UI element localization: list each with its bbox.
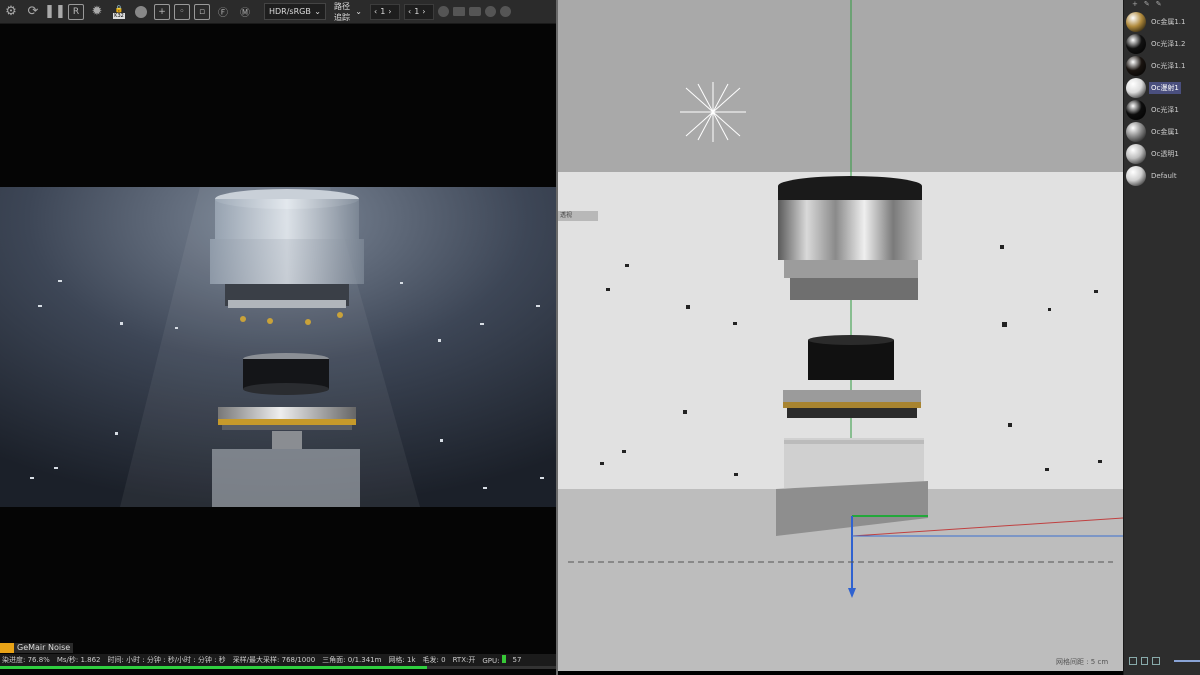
- material-preview-icon: [1126, 12, 1146, 32]
- light-object-icon[interactable]: [680, 82, 746, 142]
- camera-icon[interactable]: [469, 7, 481, 16]
- add-icon[interactable]: +: [1132, 0, 1138, 8]
- clay-sphere-icon[interactable]: [132, 3, 150, 21]
- color-space-value: HDR/sRGB: [269, 7, 311, 16]
- material-name: Oc透明1: [1151, 150, 1179, 158]
- kernel-mode-value: 路径追踪: [334, 1, 350, 22]
- gpu-status: GPU:: [482, 655, 506, 665]
- gpu-usage-bar: [501, 655, 506, 663]
- detail-view-icon[interactable]: [1152, 657, 1160, 665]
- render-progress-fill: [0, 666, 427, 669]
- viewport-camera-tag[interactable]: 透视: [558, 211, 598, 221]
- viewport-canvas[interactable]: [558, 0, 1123, 671]
- live-viewer: ⚙ ⟳ ❚❚ R ✹ 🔒 K32 + ◦ ▫ Ⓕ Ⓜ HDR/sRGB ⌄ 路径追踪…: [0, 0, 556, 675]
- record-icon[interactable]: [438, 6, 449, 17]
- focus-pick-icon[interactable]: ◦: [174, 3, 190, 20]
- grid-spacing-label: 网格间距 : 5 cm: [1056, 658, 1109, 666]
- refresh-icon[interactable]: ⟳: [24, 3, 42, 21]
- number-field-2[interactable]: ‹ 1 ›: [404, 3, 434, 20]
- render-time-text: 时间: 小时 : 分钟 : 秒/小时 : 分钟 : 秒: [107, 656, 226, 664]
- lock-badge: K32: [113, 12, 125, 19]
- grid-view-icon[interactable]: [1129, 657, 1137, 665]
- material-name: Default: [1151, 172, 1177, 180]
- material-preview-icon: [1126, 100, 1146, 120]
- material-item[interactable]: Oc金属1: [1124, 121, 1200, 143]
- material-name: Oc光泽1.2: [1151, 40, 1186, 48]
- number-field-2-value: 1: [414, 7, 420, 16]
- material-item[interactable]: Oc漫射1: [1124, 77, 1200, 99]
- material-item[interactable]: Oc光泽1.2: [1124, 33, 1200, 55]
- clock-icon[interactable]: [500, 6, 511, 17]
- arrow-right-icon[interactable]: ›: [422, 7, 425, 16]
- material-item[interactable]: Oc光泽1: [1124, 99, 1200, 121]
- thumbnail-size-slider[interactable]: [1173, 660, 1200, 662]
- mesh-count-text: 网格: 1k: [388, 656, 416, 664]
- material-item[interactable]: Default: [1124, 165, 1200, 187]
- material-preview-icon: [1126, 56, 1146, 76]
- color-space-select[interactable]: HDR/sRGB ⌄: [264, 3, 326, 20]
- material-item[interactable]: Oc光泽1.1: [1124, 55, 1200, 77]
- render-progress-track: [0, 666, 556, 669]
- number-field-1[interactable]: ‹ 1 ›: [370, 3, 400, 20]
- denoiser-label-text: GeMair Noise: [14, 643, 74, 653]
- material-m-icon[interactable]: Ⓜ: [236, 3, 254, 21]
- edit-icon[interactable]: ✎: [1144, 0, 1150, 8]
- image-icon[interactable]: [453, 7, 465, 16]
- material-preview-icon: [1126, 122, 1146, 142]
- material-toolbar: + ✎ ✎: [1124, 0, 1200, 8]
- gear-icon[interactable]: ✹: [88, 3, 106, 21]
- rtx-status-text: RTX:开: [452, 656, 476, 664]
- chevron-down-icon: ⌄: [314, 7, 321, 16]
- ms-per-sec-text: Ms/秒: 1.862: [56, 656, 101, 664]
- material-footer: [1124, 654, 1200, 668]
- brush-icon[interactable]: ✎: [1156, 0, 1162, 8]
- pause-icon[interactable]: ❚❚: [44, 3, 66, 21]
- material-item[interactable]: Oc金属1.1: [1124, 11, 1200, 33]
- material-preview-icon: [1126, 34, 1146, 54]
- denoiser-color-swatch: [0, 643, 14, 653]
- material-preview-icon: [1126, 166, 1146, 186]
- live-viewer-toolbar: ⚙ ⟳ ❚❚ R ✹ 🔒 K32 + ◦ ▫ Ⓕ Ⓜ HDR/sRGB ⌄ 路径追踪…: [0, 0, 556, 24]
- settings-gear-icon[interactable]: ⚙: [2, 3, 20, 21]
- triangles-text: 三角面: 0/1.341m: [322, 656, 382, 664]
- material-name: Oc金属1.1: [1151, 18, 1186, 26]
- material-item[interactable]: Oc透明1: [1124, 143, 1200, 165]
- editor-viewport[interactable]: 透视 网格间距 : 5 cm: [558, 0, 1123, 671]
- material-name: Oc光泽1: [1151, 106, 1179, 114]
- material-preview-icon: [1126, 78, 1146, 98]
- material-name: Oc漫射1: [1149, 82, 1181, 94]
- rendered-image: [0, 187, 556, 507]
- denoiser-label: GeMair Noise: [0, 643, 74, 653]
- lock-icon[interactable]: 🔒 K32: [110, 3, 128, 21]
- arrow-right-icon[interactable]: ›: [388, 7, 391, 16]
- material-name: Oc光泽1.1: [1151, 62, 1186, 70]
- add-region-icon[interactable]: +: [154, 3, 170, 20]
- pin-f-icon[interactable]: Ⓕ: [214, 3, 232, 21]
- material-name: Oc金属1: [1151, 128, 1179, 136]
- chevron-down-icon: ⌄: [355, 7, 362, 16]
- material-manager: + ✎ ✎ Oc金属1.1 Oc光泽1.2 Oc光泽1.1 Oc漫射1 Oc光泽1 Oc金…: [1123, 0, 1200, 675]
- samples-text: 采样/最大采样: 768/1000: [232, 656, 316, 664]
- number-field-1-value: 1: [380, 7, 386, 16]
- render-progress-text: 染进度: 76.8%: [2, 656, 50, 664]
- arrow-left-icon[interactable]: ‹: [374, 7, 377, 16]
- pick-icon[interactable]: ▫: [194, 3, 210, 20]
- gpu-value-text: 57: [512, 656, 522, 664]
- list-view-icon[interactable]: [1140, 657, 1148, 665]
- arrow-left-icon[interactable]: ‹: [408, 7, 411, 16]
- save-icon[interactable]: [485, 6, 496, 17]
- kernel-mode-select[interactable]: 路径追踪 ⌄: [330, 1, 366, 22]
- hair-count-text: 毛发: 0: [422, 656, 446, 664]
- render-statusbar: 染进度: 76.8% Ms/秒: 1.862 时间: 小时 : 分钟 : 秒/小…: [0, 654, 556, 666]
- gpu-label: GPU:: [482, 657, 500, 665]
- region-r-icon[interactable]: R: [68, 3, 84, 20]
- material-preview-icon: [1126, 144, 1146, 164]
